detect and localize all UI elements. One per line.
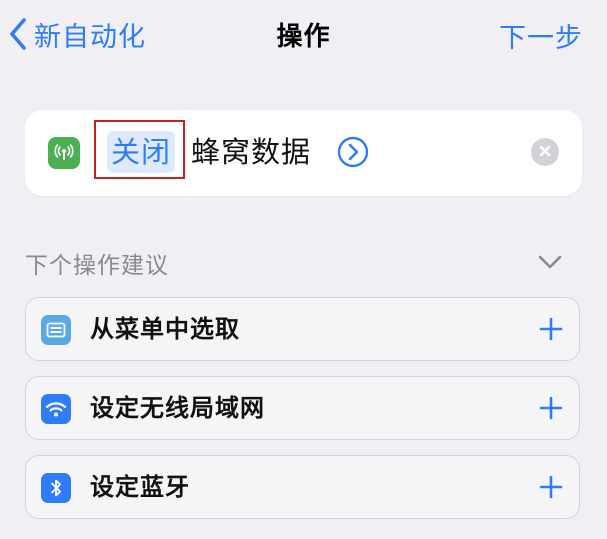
chevron-down-icon[interactable] (537, 254, 563, 274)
suggestion-choose-from-menu[interactable]: 从菜单中选取 (25, 297, 580, 361)
menu-list-icon (41, 315, 71, 345)
suggestion-label: 设定蓝牙 (90, 473, 190, 501)
close-icon (538, 143, 552, 162)
suggestions-header: 下个操作建议 (25, 253, 169, 279)
cellular-icon (48, 137, 80, 169)
suggestion-set-wifi[interactable]: 设定无线局域网 (25, 376, 580, 440)
action-parameter-chip[interactable]: 关闭 (107, 131, 176, 173)
suggestion-label: 从菜单中选取 (90, 315, 240, 343)
plus-icon[interactable] (539, 317, 563, 341)
bluetooth-icon (41, 473, 71, 503)
navigation-bar: 新自动化 操作 下一步 (0, 0, 607, 70)
plus-icon[interactable] (539, 475, 563, 499)
wifi-icon (41, 394, 71, 424)
chevron-right-circle-icon[interactable] (337, 136, 369, 168)
suggestion-label: 设定无线局域网 (90, 394, 265, 422)
next-button[interactable]: 下一步 (499, 16, 583, 55)
plus-icon[interactable] (539, 396, 563, 420)
action-text: 蜂窝数据 (191, 135, 312, 169)
clear-button[interactable] (531, 138, 559, 166)
action-card: 关闭 蜂窝数据 (25, 110, 582, 196)
suggestion-set-bluetooth[interactable]: 设定蓝牙 (25, 455, 580, 519)
